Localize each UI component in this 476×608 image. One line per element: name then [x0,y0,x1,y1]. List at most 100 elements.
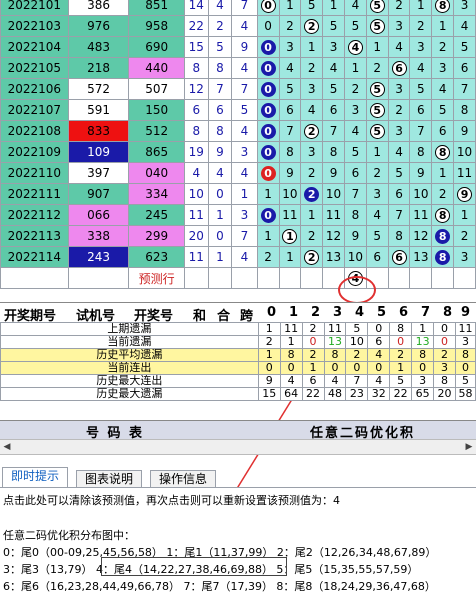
digit-cell: 2 [387,99,411,121]
digit-cell: 11 [278,204,302,226]
stats-value: 20 [433,387,456,401]
he-cell: 1 [207,246,233,268]
digit-marker: 8 [435,0,451,13]
digit-cell: 1 [365,36,389,58]
digit-marker: 2 [304,18,320,34]
sum-cell: 10 [183,183,209,205]
stats-value: 3 [411,374,435,388]
lottery-analysis-window: { "rows": [ {"period":"2022101","trial":… [0,0,476,608]
digit-cell: 1 [365,141,389,163]
stats-value: 11 [323,322,347,336]
digit-marker: 5 [369,81,385,97]
scroll-left-icon[interactable]: ◀ [0,440,14,454]
he-cell: 1 [207,204,233,226]
digit-marker: 8 [435,144,451,160]
digit-cell: 3 [387,15,411,37]
stats-value: 0 [433,322,456,336]
span-cell: 4 [231,15,258,37]
digit-cell: 4 [409,57,433,79]
stats-value: 22 [389,387,413,401]
stats-value: 6 [367,335,391,349]
stats-value: 15 [257,387,281,401]
digit-cell: 5 [322,15,345,37]
digit-cell: 5 [365,0,389,16]
digit-cell: 7 [387,204,411,226]
winning-number-cell: 690 [128,36,185,58]
digit-cell: 4 [343,36,367,58]
stats-label: 当前连出 [0,361,259,375]
trial-number-cell: 338 [67,225,130,247]
empty-cell [183,267,209,289]
he-cell: 4 [207,162,233,184]
digit-cell: 2 [409,15,433,37]
digit-cell: 3 [300,78,324,100]
trial-number-cell: 976 [67,15,130,37]
stats-label: 历史最大遗漏 [0,387,259,401]
prediction-cell[interactable] [431,267,455,289]
digit-cell: 3 [300,141,324,163]
digit-cell: 5 [453,36,476,58]
digit-cell: 1 [431,162,455,184]
prediction-row[interactable]: 预测行 4 [0,267,476,289]
digit-cell: 5 [343,15,367,37]
digit-cell: 12 [322,225,345,247]
digit-cell: 1 [278,246,302,268]
tab-chart-help[interactable]: 图表说明 [76,470,143,488]
digit-cell: 2 [300,162,324,184]
tab-operation-info[interactable]: 操作信息 [150,470,217,488]
col-digit-5: 5 [377,305,387,320]
tail4-highlight-box [101,557,287,576]
span-cell: 1 [231,183,258,205]
period-cell: 2022114 [0,246,69,268]
digit-cell: 1 [278,0,302,16]
digit-cell: 6 [322,99,345,121]
digit-cell: 6 [387,246,411,268]
digit-cell: 2 [300,120,324,142]
digit-marker: 5 [369,102,385,118]
stats-value: 9 [257,374,281,388]
stats-value: 64 [279,387,303,401]
tab-instant-tips[interactable]: 即时提示 [2,467,69,488]
he-cell: 5 [207,36,233,58]
period-cell: 2022105 [0,57,69,79]
digit-cell: 2 [365,57,389,79]
sum-cell: 11 [183,246,209,268]
prediction-cell[interactable] [453,267,476,289]
clear-prediction-hint[interactable]: 点击此处可以清除该预测值，再次点击则可以重新设置该预测值为：4 [3,492,340,508]
prediction-cell[interactable] [387,267,411,289]
digit-cell: 0 [256,78,280,100]
table-row: 2022114 243 623 11 1 4 2 1 2 13 10 6 6 13 8 3 [0,246,476,268]
sum-cell: 11 [183,204,209,226]
prediction-cell[interactable] [256,267,280,289]
prediction-cell[interactable] [278,267,302,289]
trial-number-cell: 483 [67,36,130,58]
digit-cell: 0 [256,99,280,121]
digit-cell: 4 [322,57,345,79]
digit-cell: 6 [387,57,411,79]
digit-cell: 3 [343,99,367,121]
table-row: 2022112 066 245 11 1 3 0 11 1 11 8 4 7 11 8 1 [0,204,476,226]
digit-cell: 0 [256,15,280,37]
col-digit-4: 4 [355,305,365,320]
digit-cell: 8 [322,141,345,163]
span-cell: 7 [231,225,258,247]
digit-cell: 3 [453,0,476,16]
digit-cell: 2 [300,57,324,79]
digit-cell: 8 [453,99,476,121]
scroll-right-icon[interactable]: ▶ [462,440,476,454]
digit-marker: 0 [260,0,276,13]
stats-value: 1 [279,335,303,349]
stats-value: 7 [345,374,369,388]
prediction-cell[interactable] [300,267,324,289]
digit-cell: 6 [278,99,302,121]
digit-cell: 5 [409,78,433,100]
prediction-cell[interactable] [409,267,433,289]
stats-value: 58 [454,387,476,401]
col-digit-6: 6 [399,305,409,320]
winning-number-cell: 507 [128,78,185,100]
digit-cell: 3 [278,36,302,58]
horizontal-scrollbar[interactable]: ◀ ▶ [0,439,476,455]
stats-value: 0 [323,361,347,375]
digit-cell: 10 [322,183,345,205]
digit-cell: 8 [387,225,411,247]
